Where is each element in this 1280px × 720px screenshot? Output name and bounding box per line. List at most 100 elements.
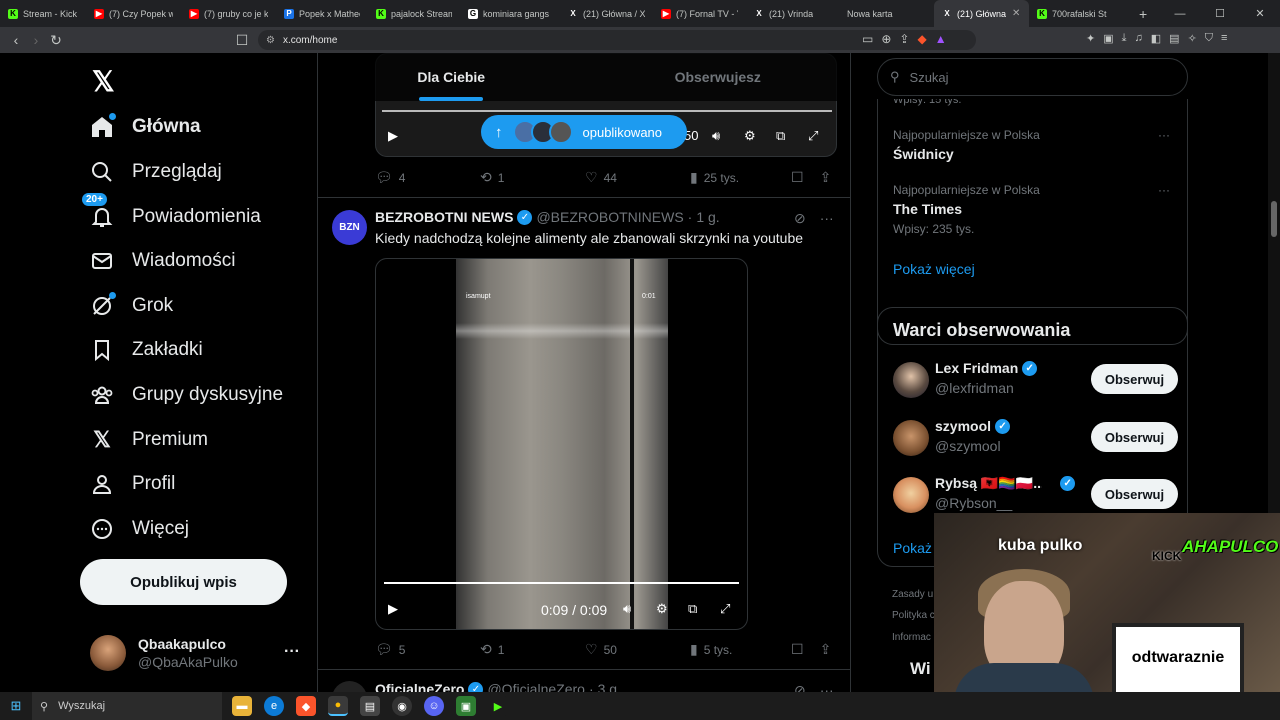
footer-link[interactable]: Informac [892,632,931,643]
share-icon[interactable]: ⇪ [820,641,832,658]
post2-handle[interactable]: @BEZROBOTNINEWS [536,209,683,225]
play-icon[interactable]: ▶ [388,601,398,617]
nav-item-communities[interactable]: Grupy dyskusyjne [90,375,283,415]
video-progress[interactable] [384,582,739,584]
share-icon[interactable]: ⇪ [899,32,909,46]
account-more-icon[interactable]: ··· [284,643,300,661]
zoom-icon[interactable]: ⊕ [881,32,891,46]
browser-tab[interactable]: K 700rafalski St [1029,0,1129,27]
kick-icon[interactable]: ▶ [488,696,508,716]
share-icon[interactable]: ⇪ [820,169,832,186]
nav-item-messages[interactable]: Wiadomości [90,241,235,281]
post-button[interactable]: Opublikuj wpis [80,559,287,605]
browser-tab[interactable]: X (21) Główna ✕ [934,0,1029,27]
follow-suggestion[interactable]: Rybsą 🇦🇱🏳️‍🌈🇵🇱... ✓ @Rybson__ Obserwuj [893,475,1178,515]
avatar[interactable] [893,362,929,398]
nav-item-notifications[interactable]: 20+ Powiadomienia [82,193,261,237]
browser-tab[interactable]: K Stream - Kick [0,0,86,27]
nav-item-explore[interactable]: Przeglądaj [90,152,222,192]
trend-item[interactable]: Najpopularniejsze w Polska The Times Wpi… [893,183,1178,236]
grok-explain-icon[interactable]: ⊘ [794,682,806,692]
pip-icon[interactable]: ⧉ [688,601,697,617]
taskbar-search[interactable]: ⚲ Wyszukaj [32,692,222,720]
cast-icon[interactable]: ▭ [862,32,873,46]
new-posts-pill[interactable]: ↑ opublikowano [481,115,687,149]
browser-tab[interactable]: ▶ (7) Czy Popek w b [86,0,181,27]
app-icon[interactable]: ▣ [456,696,476,716]
repost-button[interactable]: ⟲ 1 [480,641,585,658]
brave-icon[interactable]: ◆ [296,696,316,716]
site-info-icon[interactable]: ⚙ [266,35,275,46]
tab-for-you[interactable]: Dla Ciebie [318,53,585,101]
wallet-icon[interactable]: ▤ [1169,32,1179,45]
follow-button[interactable]: Obserwuj [1091,364,1178,394]
browser-tab[interactable]: X (21) Vrinda [746,0,839,27]
search-input[interactable]: ⚲ Szukaj [877,58,1188,96]
repost-button[interactable]: ⟲ 1 [480,169,585,186]
forward-icon[interactable]: › [26,32,46,48]
x-logo-icon[interactable]: 𝕏 [92,65,115,98]
account-switcher[interactable]: Qbaakapulco @QbaAkaPulko ··· [90,633,310,673]
chrome-icon[interactable]: ● [328,696,348,716]
browser-tab[interactable]: X (21) Główna / X [560,0,653,27]
follow-suggestion[interactable]: szymool ✓ @szymool Obserwuj [893,418,1178,458]
reply-button[interactable]: 💬︎ 5 [375,641,480,658]
bookmark-icon[interactable]: ☐ [791,169,804,186]
vpn-icon[interactable]: ⛉ [1205,32,1213,45]
nav-item-home[interactable]: Główna [90,107,201,147]
back-icon[interactable]: ‹ [6,32,26,48]
nav-item-premium[interactable]: 𝕏 Premium [90,420,208,460]
browser-tab[interactable]: P Popek x Matheo [276,0,368,27]
avatar[interactable]: BZN [332,210,367,245]
post3-display-name[interactable]: OficjalneZero [375,681,464,692]
close-window-icon[interactable]: ✕ [1240,7,1280,20]
browser-tab[interactable]: ▶ (7) gruby co je ko [181,0,276,27]
avatar[interactable] [893,420,929,456]
grok-explain-icon[interactable]: ⊘ [794,210,806,227]
bookmark-icon[interactable]: ☐ [791,641,804,658]
nav-item-profile[interactable]: Profil [90,464,175,504]
leo-icon[interactable]: ✧ [1188,32,1197,45]
play-icon[interactable]: ▶ [388,128,398,144]
edge-icon[interactable]: e [264,696,284,716]
fullscreen-icon[interactable]: ⤢ [808,128,818,144]
browser-tab[interactable]: Gkominiara gangs [460,0,560,27]
trend-more-icon[interactable]: ··· [1158,128,1170,142]
post-more-icon[interactable]: ··· [820,682,834,692]
settings-icon[interactable]: ⚙ [656,601,668,617]
avatar[interactable] [332,681,367,692]
post3-time[interactable]: 3 g. [598,681,621,692]
follow-suggestion[interactable]: Lex Fridman ✓ @lexfridman Obserwuj [893,360,1178,400]
tab-icon[interactable]: ▣ [1103,32,1113,45]
reply-button[interactable]: 💬︎ 4 [375,169,480,186]
post3-handle[interactable]: @OficjalneZero [487,681,584,692]
file-explorer-icon[interactable]: ▬ [232,696,252,716]
follow-button[interactable]: Obserwuj [1091,422,1178,452]
like-button[interactable]: ♡ 44 [585,169,690,186]
tab-following[interactable]: Obserwujesz [585,53,851,101]
show-more-link[interactable]: Pokaż więcej [893,261,975,277]
trend-more-icon[interactable]: ··· [1158,183,1170,197]
menu-icon[interactable]: ≡ [1221,32,1227,45]
media-icon[interactable]: ♫ [1135,32,1143,45]
post2-time[interactable]: 1 g. [696,209,719,225]
nav-item-more[interactable]: Więcej [90,509,189,549]
download-icon[interactable]: ⤓ [1122,32,1127,45]
like-button[interactable]: ♡ 50 [585,641,690,658]
sidebar-toggle-icon[interactable]: ◧ [1151,32,1161,45]
browser-tab[interactable]: Nowa karta [839,0,934,27]
reload-icon[interactable]: ↻ [46,32,66,49]
fullscreen-icon[interactable]: ⤢ [720,601,730,617]
maximize-icon[interactable]: ☐ [1200,7,1240,20]
brave-shield-icon[interactable]: ◆ [917,32,926,46]
obs-icon[interactable]: ◉ [392,696,412,716]
pip-icon[interactable]: ⧉ [776,128,785,144]
windows-start-icon[interactable]: ⊞ [0,698,32,714]
avatar[interactable] [893,477,929,513]
post-oficjalnezero[interactable]: OficjalneZero ✓ @OficjalneZero · 3 g. ⊘ … [318,669,850,692]
extensions-icon[interactable]: ✦ [1086,32,1095,45]
suggestion-name[interactable]: Rybsą 🇦🇱🏳️‍🌈🇵🇱... [935,475,1042,492]
footer-link[interactable]: Zasady u [892,589,933,600]
volume-icon[interactable]: 🔊︎ [623,601,631,617]
post-more-icon[interactable]: ··· [820,210,834,227]
